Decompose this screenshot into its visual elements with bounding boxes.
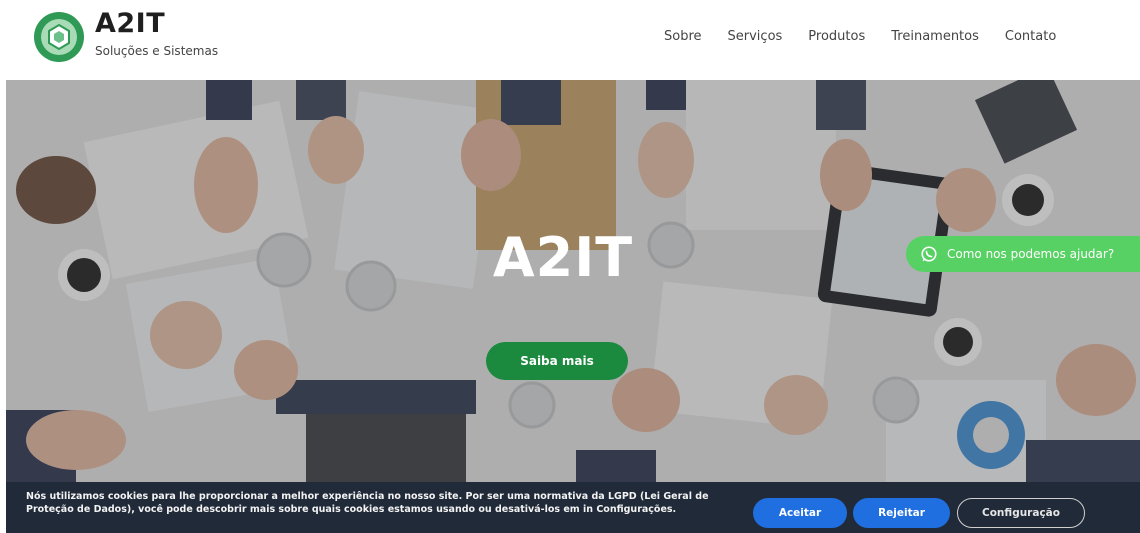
nav-link-treinamentos[interactable]: Treinamentos xyxy=(891,29,979,44)
whatsapp-icon xyxy=(921,246,937,262)
brand-tagline: Soluções e Sistemas xyxy=(95,44,219,58)
reject-cookies-button[interactable]: Rejeitar xyxy=(853,498,950,528)
cookie-settings-button[interactable]: Configuração xyxy=(957,498,1085,528)
nav-link-sobre[interactable]: Sobre xyxy=(664,29,702,44)
hero-banner: A2IT Saiba mais xyxy=(6,80,1140,482)
brand[interactable]: A2IT Soluções e Sistemas xyxy=(95,8,219,59)
whatsapp-chat-button[interactable]: Como nos podemos ajudar? xyxy=(906,236,1140,272)
cookie-notice-text: Nós utilizamos cookies para lhe proporci… xyxy=(26,491,709,515)
main-nav: Sobre Serviços Produtos Treinamentos Con… xyxy=(664,29,1082,44)
nav-link-servicos[interactable]: Serviços xyxy=(728,29,783,44)
accept-cookies-button[interactable]: Aceitar xyxy=(753,498,847,528)
site-header: A2IT Soluções e Sistemas Sobre Serviços … xyxy=(0,0,1140,80)
nav-link-produtos[interactable]: Produtos xyxy=(808,29,865,44)
whatsapp-label: Como nos podemos ajudar? xyxy=(947,247,1115,261)
hexagon-logo-icon[interactable] xyxy=(32,10,86,64)
nav-link-contato[interactable]: Contato xyxy=(1005,29,1056,44)
cookie-consent-bar: Nós utilizamos cookies para lhe proporci… xyxy=(6,482,1140,533)
learn-more-button[interactable]: Saiba mais xyxy=(486,342,628,380)
brand-name: A2IT xyxy=(95,8,166,39)
